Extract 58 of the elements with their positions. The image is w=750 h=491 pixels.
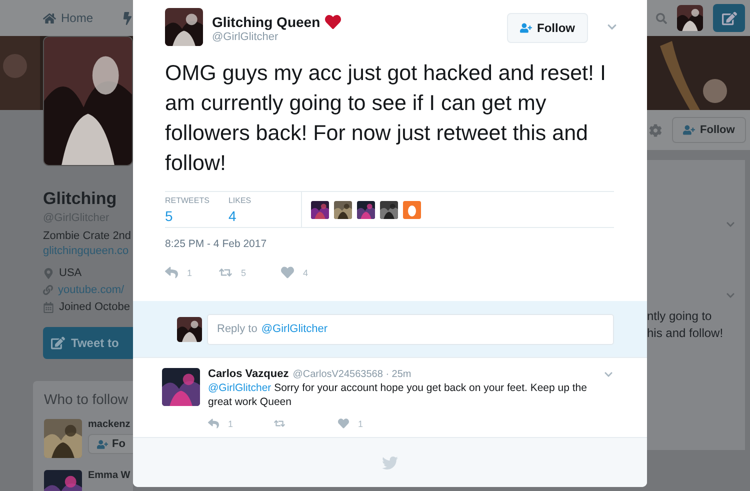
- bird-icon: [382, 454, 398, 470]
- egg-avatar-icon: [403, 200, 422, 218]
- author-name[interactable]: Glitching Queen: [212, 14, 320, 30]
- location-pin-icon: [43, 268, 54, 278]
- profile-link[interactable]: youtube.com/: [58, 284, 124, 296]
- home-tab[interactable]: Home: [43, 11, 94, 25]
- tweet-text: OMG guys my acc just got hacked and reset! I am currently going to see if I can get my followers back! For now just retweet this and follow!: [165, 60, 607, 177]
- calendar-icon: [43, 302, 54, 312]
- compose-button[interactable]: [713, 4, 745, 32]
- location-text: USA: [59, 267, 82, 279]
- chevron-icon[interactable]: [726, 220, 735, 229]
- tweet-text: ntly going to: [647, 308, 712, 325]
- mention-link[interactable]: @GirlGlitcher: [208, 382, 272, 394]
- compose-icon: [51, 336, 65, 350]
- like-button[interactable]: 4: [281, 266, 341, 279]
- tweet-to-button[interactable]: Tweet to: [43, 327, 133, 359]
- follow-button[interactable]: Follow: [507, 13, 588, 43]
- joined-date: Joined Octobe: [59, 301, 130, 313]
- retweet-button[interactable]: 5: [219, 266, 281, 279]
- retweet-icon: [219, 266, 232, 279]
- reply-icon: [165, 266, 178, 279]
- settings-icon[interactable]: [649, 124, 662, 136]
- lightning-icon[interactable]: [121, 12, 134, 24]
- search-icon[interactable]: [656, 12, 667, 24]
- profile-bio: Zombie Crate 2nd: [43, 230, 132, 242]
- who-to-follow-title: Who to follow: [44, 391, 130, 407]
- follow-button[interactable]: Fo: [88, 434, 133, 454]
- reply-button[interactable]: 1: [165, 266, 219, 279]
- reply-author-name[interactable]: Carlos Vazquez: [208, 368, 289, 380]
- heart-icon: [325, 14, 342, 30]
- stat-link[interactable]: RETWEETS 5: [165, 196, 210, 224]
- user-plus-icon: [683, 124, 695, 136]
- follow-button[interactable]: Follow: [672, 117, 746, 143]
- timestamp: 8:25 PM - 4 Feb 2017: [164, 237, 268, 250]
- retweet-icon: [274, 418, 285, 429]
- compose-icon: [722, 10, 736, 26]
- tweet-text: his and follow!: [647, 325, 724, 342]
- like-button[interactable]: 1: [338, 418, 378, 429]
- user-plus-icon: [520, 22, 532, 34]
- link-icon: [43, 285, 53, 295]
- reply-meta: @CarlosV24563568 · 25m: [292, 368, 412, 380]
- user-plus-icon: [97, 438, 108, 450]
- reply-button[interactable]: 1: [208, 418, 274, 429]
- account-name[interactable]: mackenz: [88, 419, 133, 430]
- chevron-icon[interactable]: [607, 22, 617, 32]
- profile-name: Glitching: [43, 189, 118, 209]
- like-icon: [281, 266, 294, 279]
- author-handle[interactable]: @GirlGlitcher: [212, 31, 342, 43]
- website-link[interactable]: glitchingqueen.co: [43, 245, 133, 257]
- reply-text: @GirlGlitcher Sorry for your account hope you get back on your feet. Keep up the great work Queen: [208, 381, 588, 409]
- chevron-icon[interactable]: [726, 291, 735, 300]
- reply-field[interactable]: Reply to @GirlGlitcher: [207, 314, 614, 344]
- chevron-icon[interactable]: [604, 370, 613, 378]
- account-name[interactable]: Emma W: [88, 470, 130, 481]
- like-icon: [338, 418, 349, 429]
- reply-icon: [208, 418, 219, 429]
- home-icon: [43, 12, 56, 24]
- stat-link[interactable]: LIKES 4: [228, 196, 252, 224]
